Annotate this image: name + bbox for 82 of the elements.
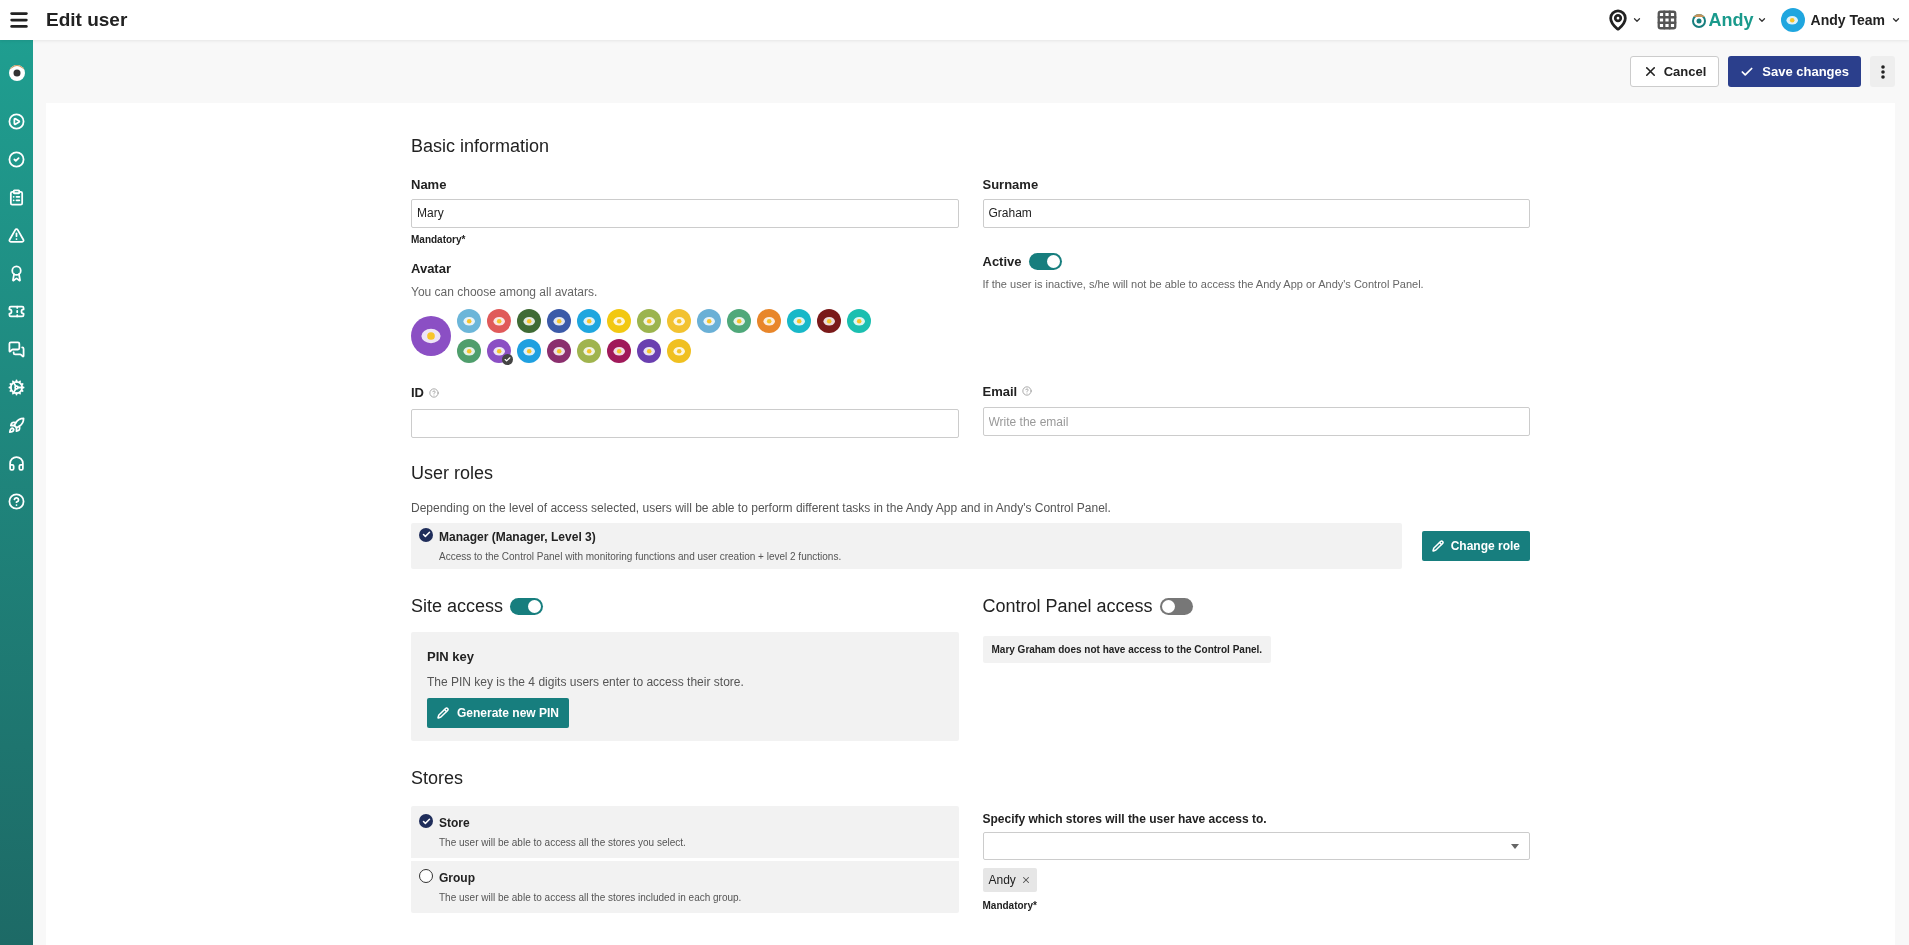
field-label: ID <box>411 384 424 402</box>
field-label: Specify which stores will the user have access to. <box>982 811 1268 828</box>
field-label: Avatar <box>411 259 452 278</box>
play-icon[interactable] <box>8 113 25 130</box>
active-description: If the user is inactive, s/he will not be able to access the Andy App or Andy's Control Panel. <box>982 277 1425 292</box>
avatar-description: You can choose among all avatars. <box>411 284 599 301</box>
option-title: Store <box>439 815 471 832</box>
section-heading: Stores <box>411 767 465 790</box>
toggle-switch[interactable] <box>1028 252 1062 270</box>
avatar-option[interactable] <box>607 339 631 363</box>
dropdown-caret-icon <box>1511 843 1519 849</box>
option-description: The user will be able to access all the stores you select. <box>439 836 686 850</box>
mandatory-hint: Mandatory* <box>411 232 467 247</box>
check-icon <box>421 530 431 539</box>
menu-icon[interactable] <box>8 9 30 31</box>
toggle-switch[interactable] <box>510 597 544 615</box>
field-label: Active <box>982 252 1022 271</box>
chat-icon[interactable] <box>8 341 25 358</box>
generate-pin-button[interactable]: Generate new PIN <box>427 698 570 728</box>
eye-logo-icon <box>1691 12 1706 28</box>
mandatory-hint: Mandatory* <box>982 899 1038 913</box>
name-field[interactable]: Mary <box>411 198 959 228</box>
cancel-button[interactable]: Cancel <box>1629 56 1720 87</box>
radio-checked[interactable] <box>419 527 433 542</box>
avatar-option[interactable] <box>547 339 571 363</box>
store-option[interactable]: Store The user will be able to access all the stores you select. <box>411 806 959 858</box>
access-notice: Mary Graham does not have access to the Control Panel. <box>982 635 1272 663</box>
eye-logo-icon[interactable] <box>6 62 27 82</box>
pin-title: PIN key <box>427 647 475 666</box>
toggle-switch[interactable] <box>1159 597 1193 615</box>
roles-description: Depending on the level of access selected, users will be able to perform different tasks in the Andy App and in Andy's Control Panel. <box>411 499 1112 517</box>
store-option[interactable]: Group The user will be able to access all the stores included in each group. <box>411 858 959 913</box>
more-options-button[interactable] <box>1870 56 1895 87</box>
location-menu[interactable] <box>1606 9 1642 31</box>
section-heading: Site access <box>411 594 504 618</box>
save-changes-button[interactable]: Save changes <box>1728 56 1861 87</box>
headset-icon[interactable] <box>8 455 25 472</box>
avatar-option[interactable] <box>517 309 541 333</box>
pencil-icon <box>437 707 449 719</box>
clipboard-icon[interactable] <box>8 189 25 206</box>
caret-icon <box>1756 15 1767 25</box>
warning-icon[interactable] <box>8 227 25 244</box>
page-title: Edit user <box>46 7 128 32</box>
check-icon <box>421 816 431 826</box>
radio-checked[interactable] <box>419 814 433 828</box>
section-heading: Control Panel access <box>982 594 1153 618</box>
field-label: Name <box>411 176 448 194</box>
check-circle-icon[interactable] <box>8 151 25 168</box>
avatar-option[interactable] <box>547 309 571 333</box>
surname-field[interactable]: Graham <box>982 198 1530 228</box>
option-title: Group <box>439 870 476 887</box>
account-menu[interactable]: Andy Team <box>1780 8 1901 32</box>
avatar-option[interactable] <box>637 339 661 363</box>
pin-description: The PIN key is the 4 digits users enter to access their store. <box>427 674 745 691</box>
id-field[interactable] <box>411 408 959 438</box>
pencil-icon <box>1431 539 1444 552</box>
email-field[interactable]: Write the email <box>982 407 1530 436</box>
field-label: Surname <box>982 176 1040 194</box>
settings-icon[interactable] <box>8 379 25 396</box>
ticket-icon[interactable] <box>8 303 25 320</box>
radio-unchecked[interactable] <box>419 869 433 883</box>
location-pin-icon <box>1606 9 1629 31</box>
section-heading: Basic information <box>411 135 551 158</box>
brand-name: Andy <box>1708 8 1754 32</box>
caret-icon <box>1891 15 1901 25</box>
rocket-icon[interactable] <box>8 417 25 434</box>
field-label: Email <box>982 382 1018 401</box>
kebab-icon <box>1880 64 1885 79</box>
option-description: The user will be able to access all the stores included in each group. <box>439 891 742 905</box>
help-icon[interactable] <box>8 493 25 510</box>
award-icon[interactable] <box>8 265 25 282</box>
role-title: Manager (Manager, Level 3) <box>439 528 597 546</box>
avatar-option[interactable] <box>487 339 511 363</box>
remove-icon[interactable] <box>1020 875 1031 885</box>
change-role-button[interactable]: Change role <box>1421 530 1530 561</box>
caret-icon <box>1631 15 1642 25</box>
section-heading: User roles <box>411 461 495 485</box>
account-name: Andy Team <box>1810 10 1885 30</box>
apps-grid-icon[interactable] <box>1655 9 1678 31</box>
avatar-option[interactable] <box>817 309 841 333</box>
store-chip: Andy <box>982 868 1037 892</box>
role-description: Access to the Control Panel with monitoring functions and user creation + level 2 functions. <box>439 549 842 564</box>
